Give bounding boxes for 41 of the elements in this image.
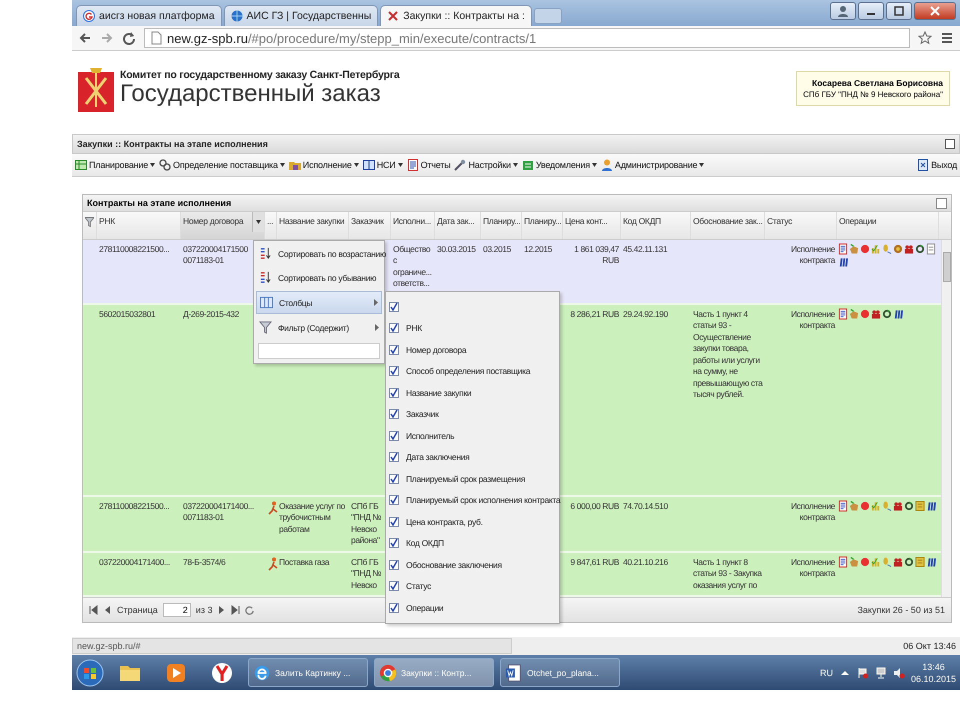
status-datetime: 06 Окт 13:46	[903, 641, 957, 651]
cell-planned-placement: 03.2015	[483, 244, 511, 254]
cell-status: Исполнение контракта	[790, 556, 835, 578]
page-count: из 3	[196, 605, 212, 615]
user-name: Косарева Светлана Борисовна	[812, 78, 943, 88]
cell-purchase-name: Оказание услуг по трубочистным работам	[279, 500, 345, 534]
cell-contract-number: 037220004171400... 0071183-01	[183, 500, 254, 522]
panel-title: Контракты на этапе исполнения	[87, 198, 232, 208]
cell-price: 1 861 039,47 RUB	[574, 244, 619, 266]
cell-okdp-code: 40.21.10.216	[623, 556, 668, 567]
cell-customer: СПб ГБ "ПНД № Невско	[351, 556, 382, 590]
cell-basis: Часть 1 пункт 8 статьи 93 - Закупка оказания услуг по	[693, 556, 762, 590]
cell-basis: Часть 1 пункт 4 статьи 93 - Осуществление закупки товара, работы или услуги на сумму, не превышающую ста тысяч рублей.	[693, 309, 762, 400]
cell-purchase-name: Поставка газа	[279, 556, 330, 567]
cell-contract-number: 037220004171500 0071183-01	[183, 244, 248, 266]
paging-summary: Закупки 26 - 50 из 51	[857, 605, 945, 615]
cell-status: Исполнение контракта	[790, 309, 835, 330]
cell-rnk: 278110008221500...	[99, 244, 170, 254]
status-url: new.gz-spb.ru/#	[72, 638, 512, 654]
cell-okdp-code: 74.70.14.510	[623, 500, 668, 511]
page-label: Страница	[117, 605, 158, 615]
organization-name: Комитет по государственному заказу Санкт-Петербурга	[120, 69, 400, 82]
cell-rnk: 5602015032801	[99, 309, 156, 319]
cell-planned-execution: 12.2015	[524, 244, 552, 254]
cell-status: Исполнение контракта	[790, 244, 835, 266]
cell-price: 9 847,61 RUB	[570, 556, 619, 567]
cell-contract-number: 78-Б-3574/6	[183, 556, 226, 567]
cell-supplier: Общество с ограниче... ответств...	[393, 244, 432, 288]
cell-contract-number: Д-269-2015-432	[183, 309, 239, 319]
user-organization: СПб ГБУ "ПНД № 9 Невского района"	[803, 90, 943, 99]
cell-status: Исполнение контракта	[790, 500, 835, 522]
cell-conclusion-date: 30.03.2015	[437, 244, 476, 254]
cell-price: 6 000,00 RUB	[570, 500, 619, 511]
cell-okdp-code: 45.42.11.131	[623, 244, 668, 254]
cell-rnk: 278110008221500...	[99, 500, 170, 511]
cell-okdp-code: 29.24.92.190	[623, 309, 668, 319]
cell-customer: СПб ГБ "ПНД № Невско района"	[351, 500, 382, 546]
cell-price: 8 286,21 RUB	[570, 309, 619, 319]
cell-rnk: 037220004171400...	[99, 556, 170, 567]
section-title: Закупки :: Контракты на этапе исполнения	[77, 139, 268, 149]
site-title: Государственный заказ	[120, 81, 381, 108]
